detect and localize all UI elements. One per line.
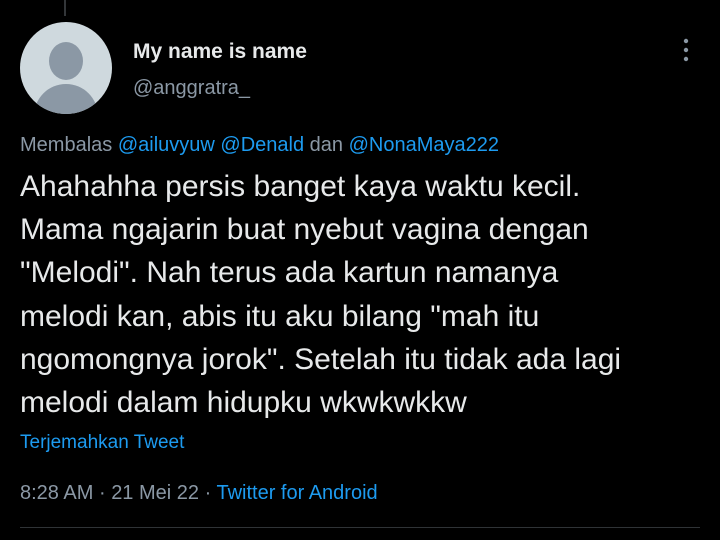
more-vertical-icon [683,38,689,62]
thread-connector-line [64,0,66,16]
meta-separator: · [204,482,212,504]
tweet-time[interactable]: 8:28 AM [20,482,93,504]
tweet-metadata: 8:28 AM · 21 Mei 22 · Twitter for Androi… [20,479,378,507]
avatar-head-shape [49,42,83,80]
tweet-header: My name is name @anggratra_ [20,22,700,114]
translate-tweet-link[interactable]: Terjemahkan Tweet [20,430,184,456]
user-handle[interactable]: @anggratra_ [133,74,307,102]
author-names: My name is name @anggratra_ [133,38,307,102]
meta-separator: · [98,482,106,504]
mention-link-denald[interactable]: @Denald [220,134,304,156]
avatar-body-shape [34,84,98,114]
mention-link-nonamaya222[interactable]: @NonaMaya222 [349,134,499,156]
reply-prefix: Membalas [20,134,113,156]
reply-context: Membalas @ailuvyuw @Denald dan @NonaMaya… [20,131,499,159]
tweet-text: Ahahahha persis banget kaya waktu kecil.… [20,170,622,420]
divider [20,527,700,528]
mention-link-ailuvyuw[interactable]: @ailuvyuw [118,134,215,156]
display-name[interactable]: My name is name [133,38,307,66]
tweet-date[interactable]: 21 Mei 22 [111,482,199,504]
reply-conjunction: dan [309,134,344,156]
more-options-button[interactable] [674,36,698,64]
avatar[interactable] [20,22,112,114]
tweet-source-link[interactable]: Twitter for Android [216,482,377,504]
